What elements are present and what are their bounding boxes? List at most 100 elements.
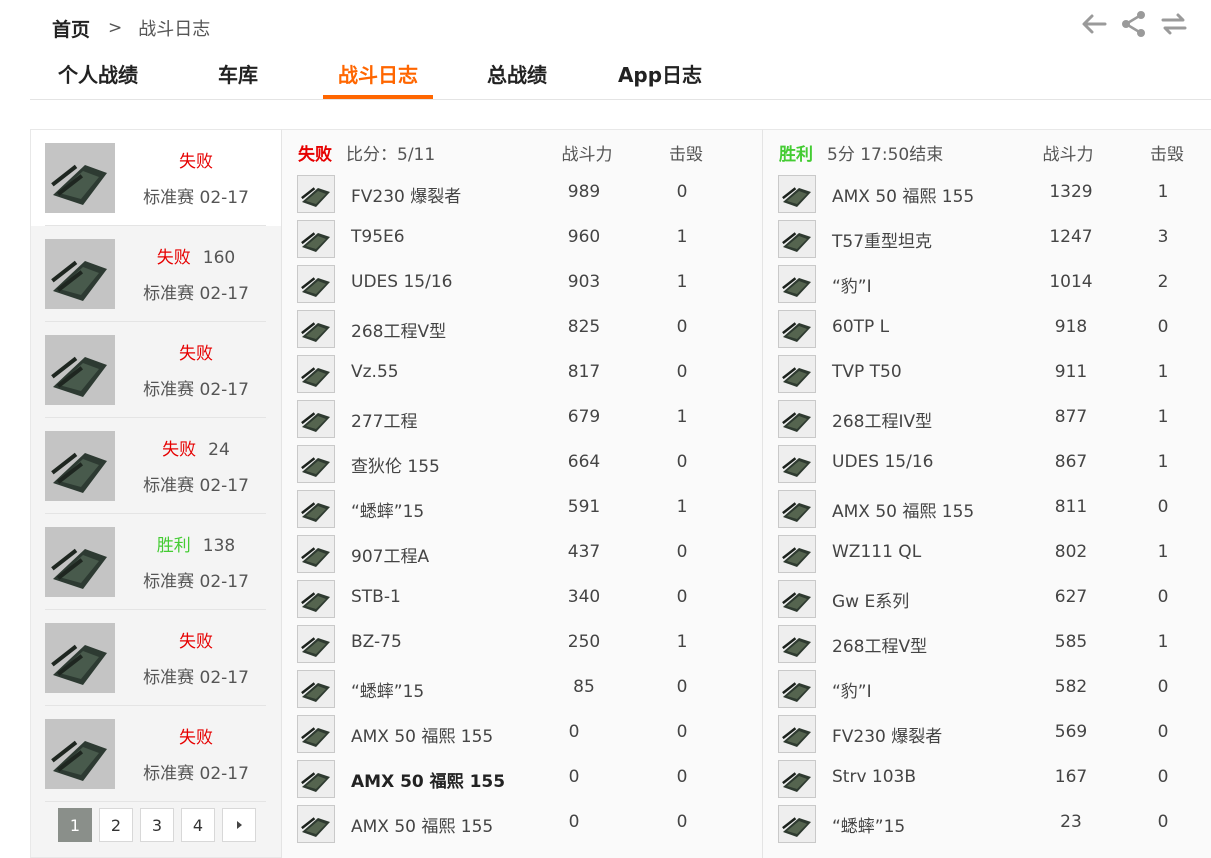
- battle-power-value: 437: [567, 542, 601, 562]
- tank-name: FV230 爆裂者: [832, 727, 943, 747]
- tank-name: 277工程: [351, 412, 418, 432]
- kills-value: 0: [676, 452, 688, 472]
- tank-thumbnail-icon: [45, 143, 115, 213]
- tank-thumbnail-icon: [45, 239, 115, 309]
- tank-icon: [778, 355, 816, 393]
- tank-name: 268工程V型: [832, 637, 928, 657]
- player-row[interactable]: “蟋蟀”15 23 0: [763, 802, 1211, 847]
- player-row[interactable]: “豹”I 1014 2: [763, 262, 1211, 307]
- battle-power-value: 825: [567, 317, 601, 337]
- team-right-panel: 胜利 5分 17:50结束 战斗力 击毁 AMX 50 福熙 155 1329 1 T…: [762, 129, 1211, 858]
- player-row[interactable]: AMX 50 福熙 155 0 0: [282, 757, 762, 802]
- page-button-4[interactable]: 4: [181, 808, 215, 842]
- player-row[interactable]: “蟋蟀”15 591 1: [282, 487, 762, 532]
- team-left-header: 失败 比分：5/11 战斗力 击毁: [282, 140, 762, 166]
- player-row[interactable]: Gw E系列 627 0: [763, 577, 1211, 622]
- battle-mode-date: 标准赛 02-17: [143, 476, 249, 496]
- page-button-2[interactable]: 2: [99, 808, 133, 842]
- battle-list: 失败 标准赛 02-17 失败 160 标准赛 02-17 失败 标准赛 02-17 失败 24…: [30, 129, 282, 858]
- battle-power-value: 918: [1054, 317, 1088, 337]
- player-row[interactable]: 268工程V型 585 1: [763, 622, 1211, 667]
- tank-name: BZ-75: [351, 632, 402, 652]
- player-row[interactable]: WZ111 QL 802 1: [763, 532, 1211, 577]
- battle-power-value: 1247: [1049, 227, 1093, 247]
- kills-value: 0: [676, 587, 688, 607]
- tab-garage[interactable]: 车库: [198, 55, 278, 100]
- kills-value: 0: [676, 542, 688, 562]
- tank-name: 268工程IV型: [832, 412, 933, 432]
- player-row[interactable]: FV230 爆裂者 569 0: [763, 712, 1211, 757]
- player-row[interactable]: FV230 爆裂者 989 0: [282, 172, 762, 217]
- battle-result-line: 胜利 138: [121, 531, 271, 556]
- player-row[interactable]: UDES 15/16 903 1: [282, 262, 762, 307]
- player-row[interactable]: “豹”I 582 0: [763, 667, 1211, 712]
- team-left-power-header: 战斗力: [561, 145, 613, 165]
- tab-personal-record[interactable]: 个人战绩: [48, 55, 148, 100]
- player-row[interactable]: “蟋蟀”15 85 0: [282, 667, 762, 712]
- kills-value: 1: [676, 632, 688, 652]
- tank-icon: [297, 175, 335, 213]
- player-row[interactable]: 277工程 679 1: [282, 397, 762, 442]
- kills-value: 0: [676, 812, 688, 832]
- battle-list-item[interactable]: 失败 160 标准赛 02-17: [31, 226, 282, 322]
- page-button-1[interactable]: 1: [58, 808, 92, 842]
- battle-result: 失败: [179, 632, 213, 652]
- player-row[interactable]: 60TP L 918 0: [763, 307, 1211, 352]
- battle-power-value: 911: [1054, 362, 1088, 382]
- battle-power-value: 903: [567, 272, 601, 292]
- battle-list-item[interactable]: 失败 标准赛 02-17: [31, 706, 282, 802]
- breadcrumb-current: 战斗日志: [138, 19, 211, 40]
- battle-score: 24: [208, 440, 230, 460]
- player-row[interactable]: 907工程A 437 0: [282, 532, 762, 577]
- battle-list-item[interactable]: 失败 标准赛 02-17: [31, 610, 282, 706]
- tab-app-log[interactable]: App日志: [605, 55, 715, 100]
- player-row[interactable]: AMX 50 福熙 155 0 0: [282, 712, 762, 757]
- tank-name: TVP T50: [832, 362, 902, 382]
- caret-right-icon[interactable]: [222, 808, 256, 842]
- battle-list-item[interactable]: 胜利 138 标准赛 02-17: [31, 514, 282, 610]
- tank-icon: [778, 265, 816, 303]
- refresh-icon[interactable]: [1159, 10, 1189, 38]
- arrow-left-icon[interactable]: [1079, 10, 1109, 38]
- player-row[interactable]: T95E6 960 1: [282, 217, 762, 262]
- tank-name: “豹”I: [832, 682, 872, 702]
- tank-icon: [297, 445, 335, 483]
- player-row[interactable]: 268工程V型 825 0: [282, 307, 762, 352]
- kills-value: 1: [1157, 182, 1169, 202]
- kills-value: 0: [676, 677, 688, 697]
- team-left-result: 失败: [298, 145, 332, 165]
- tab-bar: 个人战绩 车库 战斗日志 总战绩 App日志: [30, 55, 1211, 100]
- battle-list-item[interactable]: 失败 标准赛 02-17: [31, 130, 282, 226]
- player-row[interactable]: BZ-75 250 1: [282, 622, 762, 667]
- tank-name: 907工程A: [351, 547, 430, 567]
- player-row[interactable]: T57重型坦克 1247 3: [763, 217, 1211, 262]
- player-row[interactable]: AMX 50 福熙 155 811 0: [763, 487, 1211, 532]
- kills-value: 0: [1157, 317, 1169, 337]
- battle-result: 失败: [179, 152, 213, 172]
- player-row[interactable]: AMX 50 福熙 155 0 0: [282, 802, 762, 847]
- share-icon[interactable]: [1119, 10, 1149, 38]
- player-row[interactable]: STB-1 340 0: [282, 577, 762, 622]
- battle-mode-date: 标准赛 02-17: [143, 380, 249, 400]
- player-row[interactable]: Strv 103B 167 0: [763, 757, 1211, 802]
- player-row[interactable]: AMX 50 福熙 155 1329 1: [763, 172, 1211, 217]
- player-row[interactable]: UDES 15/16 867 1: [763, 442, 1211, 487]
- player-row[interactable]: 查狄伦 155 664 0: [282, 442, 762, 487]
- battle-power-value: 877: [1054, 407, 1088, 427]
- player-row[interactable]: 268工程IV型 877 1: [763, 397, 1211, 442]
- battle-list-item[interactable]: 失败 标准赛 02-17: [31, 322, 282, 418]
- tank-icon: [297, 310, 335, 348]
- tank-name: AMX 50 福熙 155: [832, 502, 975, 522]
- page-button-3[interactable]: 3: [140, 808, 174, 842]
- breadcrumb-separator: >: [108, 18, 123, 38]
- player-row[interactable]: Vz.55 817 0: [282, 352, 762, 397]
- player-row[interactable]: TVP T50 911 1: [763, 352, 1211, 397]
- battle-power-value: 817: [567, 362, 601, 382]
- tank-name: T95E6: [351, 227, 405, 247]
- breadcrumb-home-link[interactable]: 首页: [52, 15, 90, 42]
- battle-list-item[interactable]: 失败 24 标准赛 02-17: [31, 418, 282, 514]
- tank-name: AMX 50 福熙 155: [351, 772, 506, 792]
- tank-name: “蟋蟀”15: [351, 502, 425, 522]
- tab-total-record[interactable]: 总战绩: [467, 55, 567, 100]
- tab-battle-log[interactable]: 战斗日志: [323, 55, 433, 100]
